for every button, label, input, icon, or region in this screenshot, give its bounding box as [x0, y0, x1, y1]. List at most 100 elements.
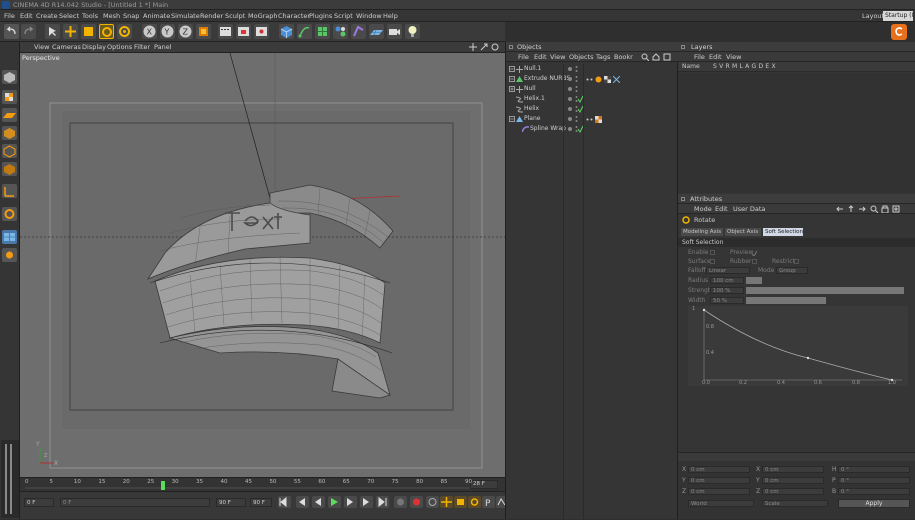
up-arrow-icon[interactable]	[847, 205, 855, 213]
visibility-dot[interactable]	[568, 87, 572, 91]
visibility-dot[interactable]	[568, 107, 572, 111]
render-picture-viewer-icon[interactable]	[236, 24, 251, 39]
go-start-icon[interactable]	[278, 496, 291, 508]
visibility-dot[interactable]	[568, 127, 572, 131]
visibility-dot[interactable]	[568, 97, 572, 101]
expand-icon[interactable]	[509, 66, 515, 72]
visibility-dot[interactable]	[568, 67, 572, 71]
scale-icon[interactable]	[81, 24, 96, 39]
rotation-b-field[interactable]: 0 °	[838, 488, 910, 495]
rubber-checkbox[interactable]	[752, 259, 757, 264]
menu-window[interactable]: Window	[356, 10, 382, 22]
search-icon[interactable]	[870, 205, 879, 214]
rotate-icon[interactable]	[99, 24, 114, 39]
objects-menu-edit[interactable]: Edit	[534, 52, 547, 62]
menu-character[interactable]: Character	[278, 10, 310, 22]
move-icon[interactable]	[63, 24, 78, 39]
forward-arrow-icon[interactable]	[858, 205, 866, 213]
size-mode-select[interactable]: Scale	[762, 500, 828, 507]
restrict-checkbox[interactable]	[794, 259, 799, 264]
viewport-rotate-icon[interactable]	[491, 43, 499, 51]
expand-icon[interactable]	[509, 86, 515, 92]
points-mode-icon[interactable]	[2, 126, 17, 140]
timeline-ruler[interactable]: 28 F 0 5 10 15 20 25 30 35 40 45 50 55 60 65 70 75 80 85 9…	[20, 477, 505, 491]
menu-create[interactable]: Create	[36, 10, 58, 22]
menu-simulate[interactable]: Simulate	[171, 10, 200, 22]
make-editable-icon[interactable]	[2, 70, 17, 84]
tab-modeling-axis[interactable]: Modeling Axis	[681, 228, 723, 236]
attributes-menu-user-data[interactable]: User Data	[733, 204, 765, 214]
falloff-select[interactable]: Linear	[706, 267, 750, 274]
rotation-p-field[interactable]: 0 °	[838, 477, 910, 484]
enabled-check-icon[interactable]	[575, 105, 584, 113]
select-arrow-icon[interactable]	[45, 24, 60, 39]
menu-edit[interactable]: Edit	[20, 10, 33, 22]
end-frame-field[interactable]: 90 F	[216, 498, 246, 507]
camera-icon[interactable]	[387, 24, 402, 39]
menu-file[interactable]: File	[4, 10, 15, 22]
subdivision-surface-icon[interactable]	[315, 24, 330, 39]
falloff-curve-graph[interactable]: 1 0.8 0.4 0.0 0.2 0.4 0.6 0.8 1.0	[688, 306, 908, 386]
new-view-icon[interactable]	[663, 53, 671, 61]
next-key-icon[interactable]	[360, 496, 373, 508]
go-end-icon[interactable]	[376, 496, 389, 508]
lock-icon[interactable]	[881, 205, 889, 214]
object-row-helix-1[interactable]: Helix.1	[506, 94, 679, 104]
texture-mode-icon[interactable]	[2, 90, 17, 104]
menu-snap[interactable]: Snap	[123, 10, 139, 22]
home-icon[interactable]	[652, 53, 660, 61]
light-icon[interactable]	[405, 24, 420, 39]
visibility-dot[interactable]	[568, 117, 572, 121]
object-row-plane[interactable]: Plane	[506, 114, 679, 124]
auto-key-icon[interactable]	[410, 496, 423, 508]
menu-help[interactable]: Help	[383, 10, 398, 22]
back-arrow-icon[interactable]	[836, 205, 844, 213]
z-axis-icon[interactable]: Z	[178, 24, 193, 39]
floor-icon[interactable]	[369, 24, 384, 39]
position-y-field[interactable]: 0 cm	[688, 477, 750, 484]
workplane-icon[interactable]	[2, 108, 17, 122]
strength-field[interactable]: 100 %	[710, 287, 744, 294]
redo-icon[interactable]	[21, 24, 36, 39]
coordinate-system-icon[interactable]	[196, 24, 211, 39]
attributes-menu-edit[interactable]: Edit	[715, 204, 728, 214]
menu-plugins[interactable]: Plugins	[309, 10, 332, 22]
x-axis-icon[interactable]: X	[142, 24, 157, 39]
objects-menu-tags[interactable]: Tags	[596, 52, 610, 62]
viewport-menu-cameras[interactable]: Cameras	[52, 42, 81, 53]
enable-check-icon[interactable]	[575, 85, 578, 93]
object-row-helix[interactable]: Helix	[506, 104, 679, 114]
param-key-icon[interactable]: P	[482, 496, 495, 509]
strength-slider[interactable]	[746, 287, 904, 294]
enabled-check-icon[interactable]	[575, 95, 584, 103]
viewport-menu-filter[interactable]: Filter	[134, 42, 150, 53]
current-frame-field[interactable]: 28 F	[470, 480, 498, 489]
keyframe-selection-icon[interactable]	[426, 496, 439, 508]
tab-object-axis[interactable]: Object Axis	[725, 228, 761, 236]
menu-select[interactable]: Select	[59, 10, 79, 22]
rotate-key-icon[interactable]	[468, 496, 481, 508]
size-y-field[interactable]: 0 cm	[762, 477, 824, 484]
objects-menu-bookmarks[interactable]: Bookr	[614, 52, 633, 62]
record-key-icon[interactable]	[394, 496, 407, 508]
timeline-playhead[interactable]	[161, 481, 165, 490]
render-settings-icon[interactable]	[254, 24, 269, 39]
width-slider[interactable]	[746, 297, 826, 304]
layers-menu-view[interactable]: View	[726, 52, 741, 62]
prev-key-icon[interactable]	[296, 496, 309, 508]
menu-tools[interactable]: Tools	[82, 10, 98, 22]
menu-sculpt[interactable]: Sculpt	[225, 10, 245, 22]
surface-checkbox[interactable]	[710, 259, 715, 264]
prev-frame-icon[interactable]	[312, 496, 325, 508]
tweak-mode-icon[interactable]	[2, 207, 17, 221]
preview-checkbox[interactable]	[751, 250, 758, 257]
radius-slider[interactable]	[746, 277, 762, 284]
start-frame-field[interactable]: 0 F	[24, 498, 54, 507]
undo-icon[interactable]	[4, 24, 19, 39]
viewport-move-icon[interactable]	[469, 43, 477, 51]
position-z-field[interactable]: 0 cm	[688, 488, 750, 495]
visibility-dot[interactable]	[568, 77, 572, 81]
edges-mode-icon[interactable]	[2, 144, 17, 158]
objects-menu-file[interactable]: File	[518, 52, 529, 62]
max-frame-field[interactable]: 90 F	[250, 498, 272, 507]
